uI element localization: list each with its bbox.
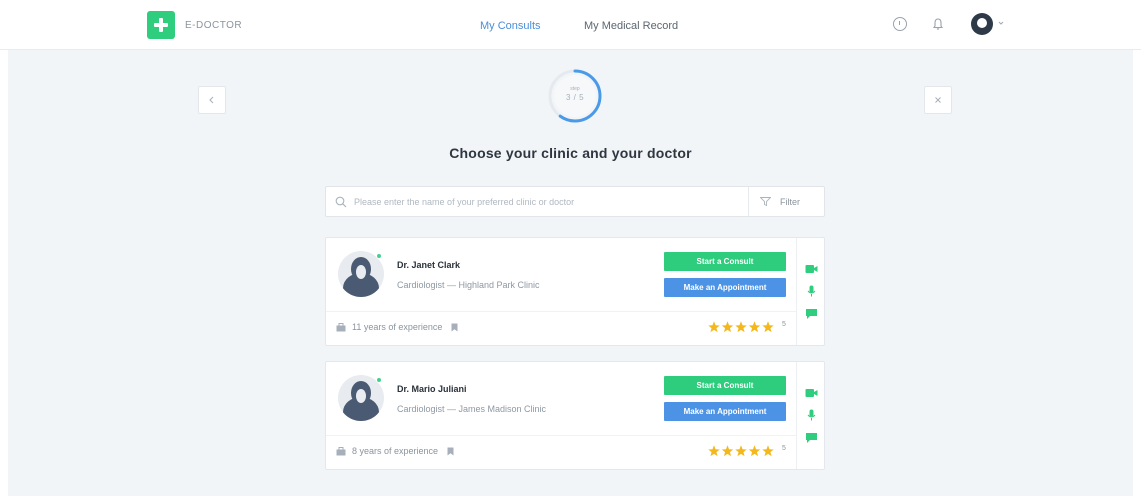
chat-icon[interactable] (805, 432, 818, 444)
star-icon (735, 321, 747, 333)
online-status-dot (376, 253, 382, 259)
filter-label: Filter (780, 197, 800, 207)
star-icon (748, 321, 761, 333)
close-icon (935, 97, 941, 103)
user-avatar[interactable] (971, 13, 993, 35)
make-appointment-button[interactable]: Make an Appointment (664, 402, 786, 421)
chat-icon[interactable] (805, 308, 818, 320)
doctor-specialty: Cardiologist — Highland Park Clinic (397, 280, 540, 290)
bookmark-icon[interactable] (447, 447, 454, 456)
card-side-divider (796, 362, 797, 469)
experience-text: 8 years of experience (352, 446, 439, 456)
online-status-dot (376, 377, 382, 383)
info-icon[interactable] (893, 17, 907, 31)
page-title: Choose your clinic and your doctor (449, 145, 692, 161)
microphone-icon[interactable] (805, 409, 818, 421)
logo-text[interactable]: E-DOCTOR (185, 20, 242, 31)
card-divider (326, 311, 796, 312)
bell-icon[interactable] (931, 17, 945, 31)
doctor-card: Dr. Mario Juliani Cardiologist — James M… (325, 361, 825, 470)
briefcase-icon (336, 447, 346, 456)
star-icon (721, 445, 734, 457)
search-icon (335, 196, 347, 208)
microphone-icon[interactable] (805, 285, 818, 297)
briefcase-icon (336, 323, 346, 332)
doctor-name: Dr. Mario Juliani (397, 384, 467, 394)
nav-my-medical-record[interactable]: My Medical Record (584, 20, 678, 32)
back-button[interactable] (198, 86, 226, 114)
step-count: 3 / 5 (565, 93, 585, 102)
star-icon (762, 321, 774, 333)
filter-icon (760, 197, 771, 206)
star-icon (708, 445, 720, 457)
card-divider (326, 435, 796, 436)
chevron-left-icon (209, 96, 214, 104)
step-label: step (570, 86, 580, 92)
rating-value: 5 (782, 321, 786, 328)
bookmark-icon[interactable] (451, 323, 458, 332)
star-rating (708, 321, 774, 333)
make-appointment-button[interactable]: Make an Appointment (664, 278, 786, 297)
nav-my-consults[interactable]: My Consults (480, 20, 541, 32)
video-icon[interactable] (805, 263, 818, 275)
close-button[interactable] (924, 86, 952, 114)
star-icon (762, 445, 774, 457)
start-consult-button[interactable]: Start a Consult (664, 376, 786, 395)
star-icon (748, 445, 761, 457)
start-consult-button[interactable]: Start a Consult (664, 252, 786, 271)
search-input[interactable] (354, 194, 744, 210)
rating-value: 5 (782, 445, 786, 452)
chevron-down-icon[interactable] (998, 20, 1004, 26)
doctor-name: Dr. Janet Clark (397, 260, 461, 270)
star-icon (721, 321, 734, 333)
star-rating (708, 445, 774, 457)
logo-icon[interactable] (147, 11, 175, 39)
experience-text: 11 years of experience (352, 322, 443, 332)
top-bar: E-DOCTOR My Consults My Medical Record (0, 0, 1141, 50)
doctor-card: Dr. Janet Clark Cardiologist — Highland … (325, 237, 825, 346)
filter-button[interactable]: Filter (749, 187, 824, 216)
search-bar: Filter (325, 186, 825, 217)
star-icon (735, 445, 747, 457)
video-icon[interactable] (805, 387, 818, 399)
doctor-specialty: Cardiologist — James Madison Clinic (397, 404, 547, 414)
card-side-divider (796, 238, 797, 345)
star-icon (708, 321, 720, 333)
